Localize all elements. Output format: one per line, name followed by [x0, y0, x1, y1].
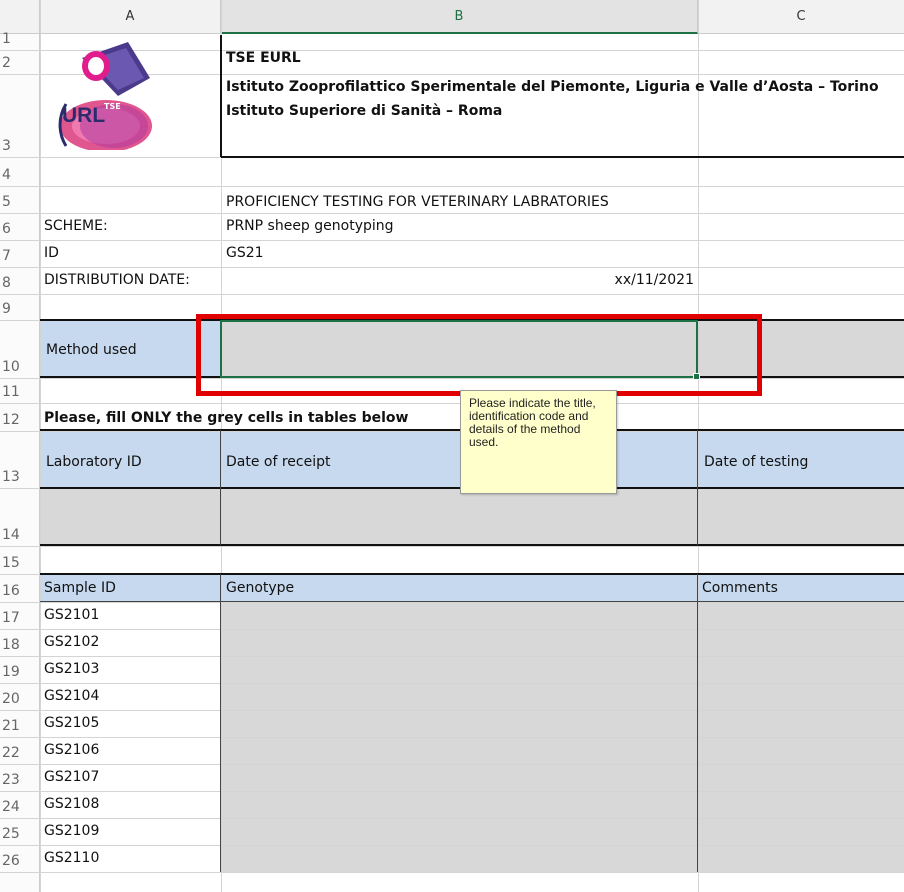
comment-tooltip-text: Please indicate the title, identificatio… — [469, 396, 596, 449]
sample-table-border-top — [40, 573, 904, 575]
row-number[interactable]: 21 — [0, 718, 38, 734]
row-gridline — [0, 294, 904, 295]
row-number[interactable]: 14 — [0, 527, 38, 543]
sample-id-cell[interactable]: GS2109 — [44, 823, 99, 839]
logo-text: URL — [62, 104, 106, 127]
row-number[interactable]: 26 — [0, 853, 38, 869]
lab-id-input-cell[interactable] — [40, 488, 221, 545]
row-gridline — [0, 872, 904, 873]
row-gridline — [0, 683, 904, 684]
sample-id-cell[interactable]: GS2107 — [44, 769, 99, 785]
row-number[interactable]: 25 — [0, 826, 38, 842]
row-gridline — [0, 845, 904, 846]
date-receipt-input-cell[interactable] — [221, 488, 698, 545]
row-gridline — [0, 213, 904, 214]
corner-cell[interactable] — [0, 0, 40, 34]
id-value: GS21 — [226, 245, 264, 261]
scheme-label: SCHEME: — [44, 218, 108, 234]
column-gridline — [698, 0, 699, 892]
sample-table-col-divider-1 — [220, 574, 221, 872]
column-header-a[interactable]: A — [40, 0, 221, 34]
comments-header: Comments — [702, 580, 778, 596]
id-label: ID — [44, 245, 59, 261]
distribution-date-value: xx/11/2021 — [614, 272, 694, 288]
row-number[interactable]: 24 — [0, 799, 38, 815]
sample-id-cell[interactable]: GS2108 — [44, 796, 99, 812]
row-number[interactable]: 7 — [0, 248, 38, 264]
lab-id-header: Laboratory ID — [46, 454, 142, 470]
row-number[interactable]: 20 — [0, 691, 38, 707]
lab-table-col-divider-2 — [697, 430, 698, 545]
row-gridline — [0, 764, 904, 765]
row-number[interactable]: 10 — [0, 359, 38, 375]
scheme-value: PRNP sheep genotyping — [226, 218, 394, 234]
sample-id-cell[interactable]: GS2110 — [44, 850, 99, 866]
eurl-logo — [46, 38, 156, 152]
method-used-label: Method used — [46, 342, 137, 358]
row-number[interactable]: 19 — [0, 664, 38, 680]
row-number[interactable]: 16 — [0, 583, 38, 599]
row-number[interactable]: 22 — [0, 745, 38, 761]
row-gridline — [0, 629, 904, 630]
row-number[interactable]: 5 — [0, 194, 38, 210]
column-header-c[interactable]: C — [698, 0, 904, 34]
spreadsheet: A B C 1 2 3 4 5 6 7 8 9 10 11 12 13 14 15 16 17 18 19 20 21 2… — [0, 0, 904, 892]
header-line-1: TSE EURL — [226, 50, 301, 66]
header-line-2: Istituto Zooprofilattico Sperimentale de… — [226, 79, 879, 95]
row-number[interactable]: 3 — [0, 138, 38, 154]
row-gridline — [0, 546, 904, 547]
row-gridline — [0, 186, 904, 187]
row-gridline — [0, 710, 904, 711]
row-number[interactable]: 15 — [0, 555, 38, 571]
sample-id-cell[interactable]: GS2106 — [44, 742, 99, 758]
row-gridline — [0, 602, 904, 603]
row-number[interactable]: 8 — [0, 275, 38, 291]
sample-id-cell[interactable]: GS2105 — [44, 715, 99, 731]
sample-id-cell[interactable]: GS2102 — [44, 634, 99, 650]
row-gridline — [0, 240, 904, 241]
row-number[interactable]: 9 — [0, 301, 38, 317]
row-gridline — [0, 656, 904, 657]
sample-table-header-bottom — [40, 601, 904, 602]
logo-superscript: TSE — [104, 102, 121, 111]
header-line-3: Istituto Superiore di Sanità – Roma — [226, 103, 503, 119]
instruction-text: Please, fill ONLY the grey cells in tabl… — [44, 410, 409, 426]
row-number[interactable]: 17 — [0, 610, 38, 626]
date-receipt-header: Date of receipt — [226, 454, 331, 470]
distribution-date-label: DISTRIBUTION DATE: — [44, 272, 190, 288]
row-number[interactable]: 1 — [0, 31, 38, 47]
row-number[interactable]: 12 — [0, 412, 38, 428]
row-number[interactable]: 13 — [0, 469, 38, 485]
date-testing-input-cell[interactable] — [698, 488, 904, 545]
row-gridline — [0, 791, 904, 792]
row-gridline — [0, 267, 904, 268]
row-gridline — [0, 818, 904, 819]
sample-id-cell[interactable]: GS2103 — [44, 661, 99, 677]
lab-table-border-bottom — [40, 544, 904, 546]
row-number[interactable]: 4 — [0, 167, 38, 183]
sample-id-cell[interactable]: GS2104 — [44, 688, 99, 704]
row-number[interactable]: 18 — [0, 637, 38, 653]
row-gridline — [0, 737, 904, 738]
row-number[interactable]: 11 — [0, 384, 38, 400]
column-gridline — [40, 0, 41, 892]
sample-id-cell[interactable]: GS2101 — [44, 607, 99, 623]
row-number[interactable]: 2 — [0, 55, 38, 71]
row-number[interactable]: 6 — [0, 221, 38, 237]
sample-table-col-divider-2 — [697, 574, 698, 872]
header-border-bottom — [221, 156, 904, 158]
sample-id-header: Sample ID — [44, 580, 116, 596]
row-gridline — [0, 431, 904, 432]
genotype-header: Genotype — [226, 580, 295, 596]
date-testing-header: Date of testing — [704, 454, 809, 470]
proficiency-title: PROFICIENCY TESTING FOR VETERINARY LABRA… — [226, 194, 609, 210]
row-number[interactable]: 23 — [0, 772, 38, 788]
red-highlight-box — [196, 314, 762, 396]
lab-table-col-divider-1 — [220, 430, 221, 545]
row-gridline — [0, 403, 904, 404]
header-border-vertical — [220, 35, 222, 157]
column-header-b[interactable]: B — [221, 0, 698, 34]
comment-tooltip: Please indicate the title, identificatio… — [460, 390, 617, 494]
